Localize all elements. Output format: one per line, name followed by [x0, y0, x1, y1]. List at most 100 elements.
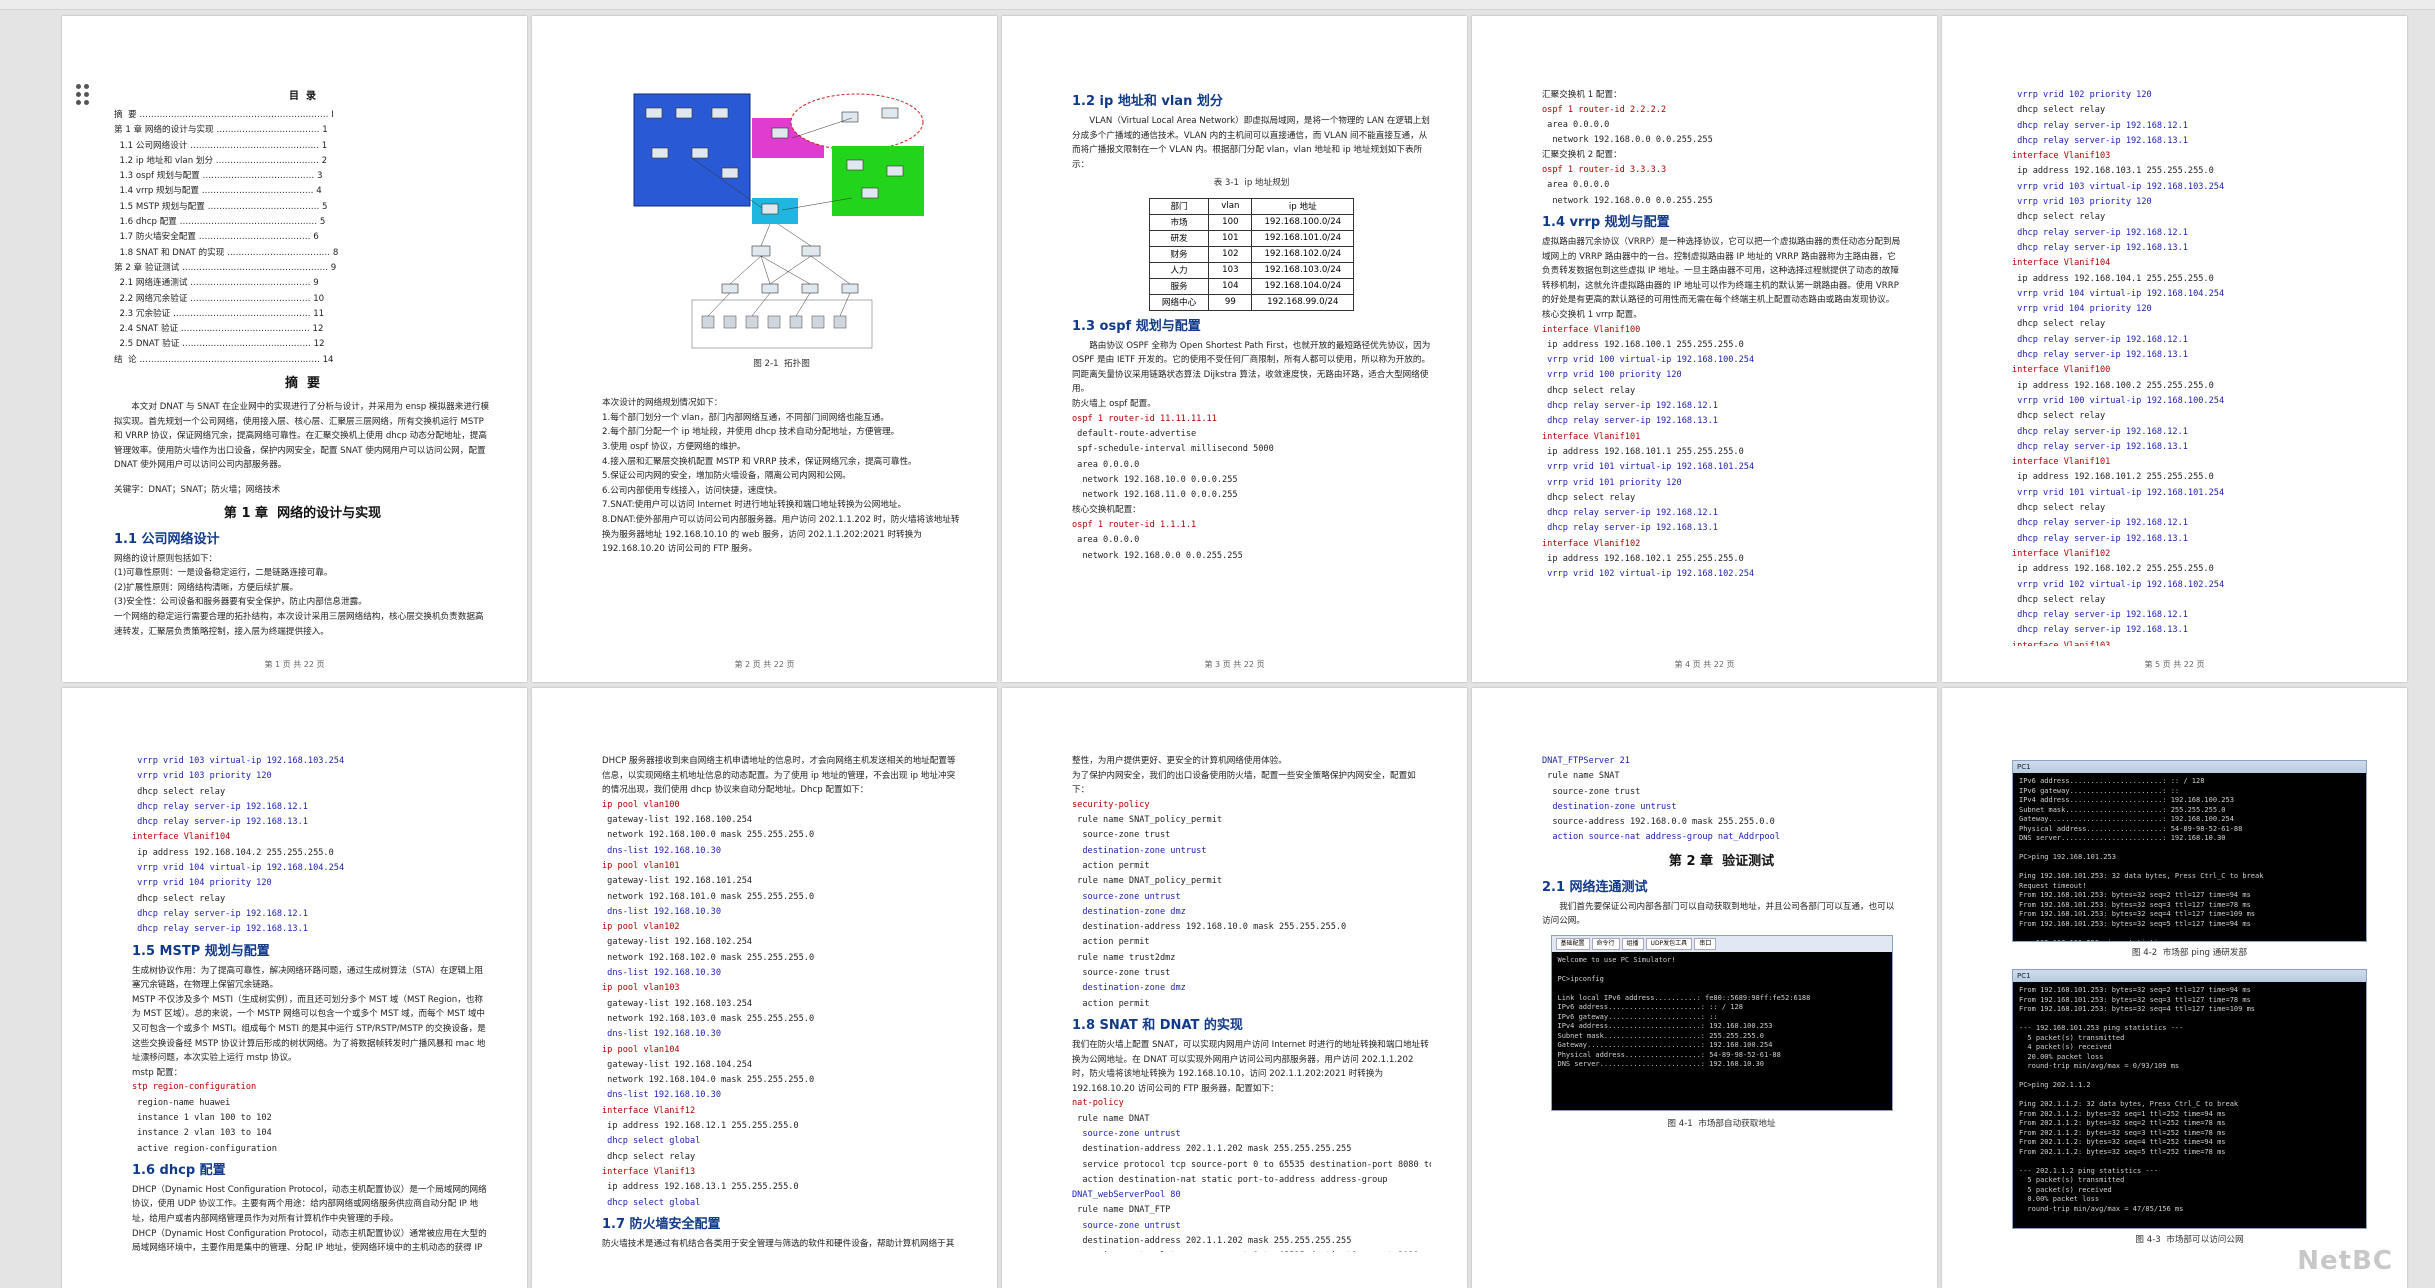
page-7[interactable]: DHCP 服务器接收到来自网络主机申请地址的信息时，才会向网络主机发送相关的地址… [532, 688, 997, 1288]
text-line: ip pool vlan101 [602, 860, 680, 871]
text-line: ip address 192.168.104.2 255.255.255.0 [132, 847, 334, 858]
table-row: 市场 100 192.168.100.0/24 [1148, 213, 1355, 231]
text-line: dhcp relay server-ip 192.168.12.1 [2012, 120, 2188, 131]
keywords: 关键字：DNAT；SNAT；防火墙；网络技术 [114, 485, 281, 496]
text-line: vrrp vrid 100 priority 120 [1542, 370, 1682, 381]
text-line: area 0.0.0.0 [1542, 180, 1610, 191]
text-line: dns-list 192.168.10.30 [602, 1029, 721, 1040]
text-line: vrrp vrid 103 priority 120 [132, 771, 272, 782]
page-8[interactable]: 整性，为用户提供更好、更安全的计算机网络使用体验。 为了保护内网安全，我们的出口设… [1002, 688, 1467, 1288]
text-line: dhcp select relay [1542, 492, 1636, 503]
figure-4-2-caption: 图 4-2 市场部 ping 通研发部 [2131, 948, 2248, 958]
table-cell: 网络中心 [1148, 293, 1210, 311]
text-line: network 192.168.104.0 mask 255.255.255.0 [602, 1075, 815, 1086]
text-line: action permit [1072, 937, 1150, 948]
section-1-3-heading: 1.3 ospf 规划与配置 [1072, 318, 1201, 334]
page-5[interactable]: vrrp vrid 102 priority 120 dhcp select r… [1942, 16, 2407, 682]
simulator-tab[interactable]: 组播 [1621, 937, 1644, 950]
table-cell: 人力 [1148, 261, 1210, 279]
text-line: dns-list 192.168.10.30 [602, 1090, 721, 1101]
section-1-2-body: VLAN（Virtual Local Area Network）即虚拟局域网，是… [1072, 116, 1430, 170]
simulator-tab[interactable]: 串口 [1694, 937, 1717, 950]
section-1-3-body: 路由协议 OSPF 全称为 Open Shortest Path First，也… [1072, 340, 1431, 395]
abstract-title: 摘 要 [284, 376, 321, 392]
page-6-content: vrrp vrid 103 virtual-ip 192.168.103.254… [132, 754, 491, 1252]
simulator-tab[interactable]: 基础配置 [1555, 937, 1590, 950]
text-line: 7.SNAT:使用户可以访问 Internet 时进行地址转换和端口地址转换为公… [602, 500, 907, 511]
text-line: dhcp select global [602, 1136, 701, 1147]
text-line: dhcp select relay [132, 893, 226, 904]
toc-title: 目 录 [289, 91, 316, 102]
text-line: 1.8 SNAT 和 DNAT 的实现 ……………………………… 8 [114, 247, 339, 258]
text-line: dhcp select relay [2012, 212, 2106, 223]
text-line: rule name DNAT_FTP [1072, 1205, 1171, 1216]
text-line: 2.每个部门分配一个 ip 地址段，并使用 dhcp 技术自动分配地址，方便管理… [602, 427, 900, 438]
text-line: interface Vlanif102 [1542, 538, 1641, 549]
text-line: default-route-advertise [1072, 428, 1197, 439]
simulator-tab-bar[interactable]: 基础配置 命令行 组播 UDP发包工具 串口 [1552, 936, 1892, 952]
pc-terminal-window-1[interactable]: PC1 IPv6 address......................: … [2012, 760, 2367, 942]
text-line: network 192.168.102.0 mask 255.255.255.0 [602, 952, 815, 963]
text-line: area 0.0.0.0 [1072, 535, 1140, 546]
text-line: instance 2 vlan 103 to 104 [132, 1128, 272, 1139]
text-line: 1.8 SNAT 和 DNAT 的实现 [1072, 1017, 1243, 1033]
text-line: 1.5 MSTP 规划与配置 [132, 943, 270, 959]
text-line: rule name trust2dmz [1072, 952, 1176, 963]
text-line: interface Vlanif101 [1542, 431, 1641, 442]
text-line: ip pool vlan102 [602, 922, 680, 933]
simulator-tab[interactable]: 命令行 [1591, 937, 1620, 950]
text-line: vrrp vrid 100 virtual-ip 192.168.100.254 [2012, 395, 2225, 406]
section-1-1-body: 网络的设计原则包括如下： (1)可靠性原则：一是设备稳定运行，二是链路连接可靠。 (… [114, 552, 491, 640]
page-6[interactable]: vrrp vrid 103 virtual-ip 192.168.103.254… [62, 688, 527, 1288]
page-3[interactable]: 1.2 ip 地址和 vlan 划分 VLAN（Virtual Local Ar… [1002, 16, 1467, 682]
watermark-logo: NetBC [2297, 1246, 2393, 1276]
pc-terminal-window-2[interactable]: PC1 From 192.168.101.253: bytes=32 seq=2… [2012, 969, 2367, 1230]
text-line: service protocol tcp source-port 0 to 65… [1072, 1159, 1431, 1170]
table-cell: 192.168.101.0/24 [1251, 229, 1355, 247]
text-line: 我们在防火墙上配置 SNAT，可以实现内网用户访问 Internet 时进行的地… [1072, 1039, 1429, 1094]
ping-output-2: From 192.168.101.253: bytes=32 seq=2 ttl… [2013, 982, 2366, 1229]
text-line: dhcp relay server-ip 192.168.12.1 [1542, 508, 1718, 519]
table-row: 人力 103 192.168.103.0/24 [1148, 261, 1355, 279]
text-line: dhcp relay server-ip 192.168.13.1 [1542, 523, 1718, 534]
text-line: source-zone untrust [1072, 1128, 1181, 1139]
text-line: dhcp select relay [132, 786, 226, 797]
text-line: dhcp relay server-ip 192.168.13.1 [2012, 350, 2188, 361]
page-footer: 第 2 页 共 22 页 [734, 660, 795, 669]
text-line: source-zone untrust [1072, 1220, 1181, 1231]
text-line: gateway-list 192.168.101.254 [602, 876, 753, 887]
text-line: 汇聚交换机 2 配置： [1542, 150, 1622, 161]
table-of-contents: 摘 要 ………………………………………………………… I 第 1 章 网络的设计与… [114, 108, 491, 368]
page-1[interactable]: 目 录 摘 要 ………………………………………………………… I 第 1 章 网络… [62, 16, 527, 682]
text-line: dhcp relay server-ip 192.168.12.1 [132, 908, 308, 919]
table-header-cell: 部门 [1148, 197, 1210, 215]
section-2-1-body: 我们首先要保证公司内部各部门可以自动获取到地址，并且公司各部门可以互通，也可以访… [1542, 901, 1895, 927]
page-10[interactable]: PC1 IPv6 address......................: … [1942, 688, 2407, 1288]
text-line: interface Vlanif104 [132, 832, 231, 843]
text-line: vrrp vrid 101 virtual-ip 192.168.101.254 [2012, 487, 2225, 498]
navigation-pane-icon[interactable] [76, 84, 92, 108]
text-line: dhcp select relay [2012, 319, 2106, 330]
simulator-tab[interactable]: UDP发包工具 [1645, 937, 1693, 950]
page-9[interactable]: DNAT_FTPServer 21 rule name SNAT source-… [1472, 688, 1937, 1288]
text-line: 整性，为用户提供更好、更安全的计算机网络使用体验。 [1072, 756, 1287, 766]
text-line: 汇聚交换机 1 配置： [1542, 90, 1622, 100]
text-line: 1.6 dhcp 配置 [132, 1162, 226, 1178]
text-line: 6.公司内部使用专线接入，访问快捷，速度快。 [602, 485, 783, 496]
text-line: 1.1 公司网络设计 ……………………………………… 1 [114, 140, 328, 151]
text-line: vrrp vrid 104 priority 120 [2012, 304, 2152, 315]
pc-simulator-window[interactable]: 基础配置 命令行 组播 UDP发包工具 串口 Welcome to use PC Sim… [1550, 934, 1893, 1111]
text-line: source-address 192.168.0.0 mask 255.255.… [1542, 817, 1775, 828]
text-line: vrrp vrid 103 priority 120 [2012, 197, 2152, 208]
text-line: interface Vlanif100 [1542, 324, 1641, 335]
text-line: MSTP 不仅涉及多个 MSTI（生成树实例），而且还可划分多个 MST 域（M… [132, 994, 486, 1064]
text-line: action source-nat address-group nat_Addr… [1542, 832, 1780, 843]
table-cell: 研发 [1148, 229, 1210, 247]
section-2-1-heading: 2.1 网络连通测试 [1542, 879, 1648, 895]
text-line: dhcp select relay [2012, 105, 2106, 116]
text-line: ip address 192.168.100.2 255.255.255.0 [2012, 380, 2214, 391]
text-line: region-name huawei [132, 1097, 231, 1108]
page-2[interactable]: 图 2-1 拓扑图 本次设计的网络规划情况如下： 1.每个部门划分一个 vlan，… [532, 16, 997, 682]
text-line: vrrp vrid 101 priority 120 [1542, 477, 1682, 488]
page-4[interactable]: 汇聚交换机 1 配置： ospf 1 router-id 2.2.2.2 area… [1472, 16, 1937, 682]
